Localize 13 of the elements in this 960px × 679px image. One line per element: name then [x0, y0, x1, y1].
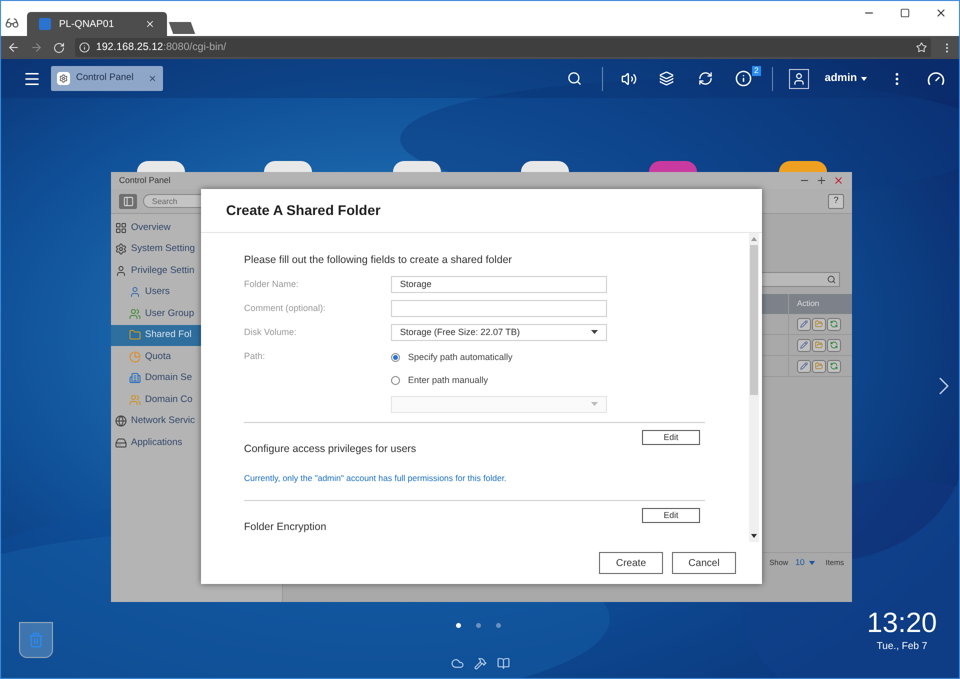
field-label: Comment (optional): [244, 302, 326, 315]
field-label: Path: [244, 350, 266, 362]
field-label: Folder Name: [244, 278, 299, 290]
clock-time: 13:20 [866, 607, 937, 639]
dialog-title: Create A Shared Folder [226, 201, 381, 220]
notification-badge: 2 [752, 66, 761, 76]
section-title: Folder Encryption [244, 520, 328, 536]
intro-text: Please fill out the following fields to create a shared folder [244, 253, 513, 268]
section-title: Configure access privileges for users [244, 442, 418, 457]
window-title: Control Panel [119, 174, 172, 187]
section-note: Currently, only the "admin" account has full permissions for this folder. [244, 472, 508, 484]
clock-date: Tue., Feb 7 [876, 640, 928, 654]
column-header: Action [788, 294, 852, 314]
